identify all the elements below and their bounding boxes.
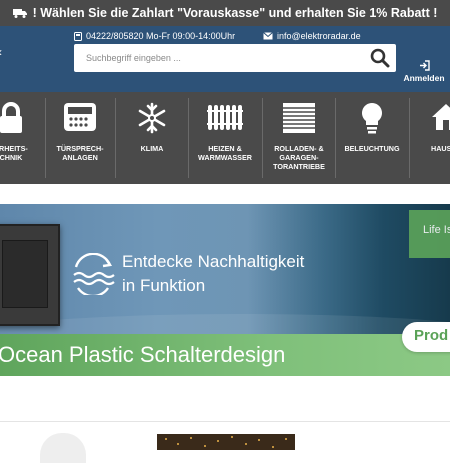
category-label-line2: CHNIK <box>0 153 23 162</box>
category-nav: ERHEITS-CHNIK TÜRSPRECH-ANLAGEN KLIMA <box>0 92 450 184</box>
category-label-line1: KLIMA <box>140 144 164 153</box>
chevron-left-icon[interactable]: ‹ <box>0 45 2 59</box>
category-climate[interactable]: KLIMA <box>117 92 187 184</box>
phone-text: 04222/805820 Mo-Fr 09:00-14:00Uhr <box>86 31 236 41</box>
content-divider <box>0 421 450 422</box>
category-divider <box>335 98 336 178</box>
house-icon <box>432 104 450 130</box>
shutter-icon <box>283 103 315 133</box>
category-label-line1: BELEUCHTUNG <box>344 144 400 153</box>
search-bar <box>74 44 396 72</box>
category-label-line1: HAUSH <box>431 144 450 153</box>
snowflake-icon <box>138 102 166 134</box>
bulb-icon <box>362 103 382 134</box>
banner-headline-line1: Entdecke Nachhaltigkeit <box>122 252 305 271</box>
banner-tagline-box: Life Is <box>409 210 450 258</box>
banner-tagline: Life Is <box>423 224 450 236</box>
intercom-icon <box>64 103 96 131</box>
category-divider <box>262 98 263 178</box>
category-divider <box>188 98 189 178</box>
email-contact[interactable]: info@elektroradar.de <box>263 31 361 41</box>
category-household[interactable]: HAUSH <box>411 92 450 184</box>
promo-text: ! Wählen Sie die Zahlart "Vorauskasse" u… <box>32 6 438 20</box>
category-heating[interactable]: HEIZEN & WARMWASSER <box>190 92 260 184</box>
login-label: Anmelden <box>403 73 445 83</box>
category-label-line2: WARMWASSER <box>198 153 252 162</box>
light-switch-image <box>0 224 60 326</box>
truck-icon <box>12 9 27 18</box>
lock-icon <box>0 102 22 133</box>
login-button[interactable]: Anmelden <box>398 60 450 83</box>
envelope-icon <box>263 32 273 40</box>
category-label-line1: TÜRSPRECH- <box>56 144 104 153</box>
radiator-icon <box>207 105 243 130</box>
phone-contact[interactable]: 04222/805820 Mo-Fr 09:00-14:00Uhr <box>74 31 235 41</box>
sustainability-icon <box>73 253 115 295</box>
email-text: info@elektroradar.de <box>277 31 361 41</box>
category-security[interactable]: ERHEITS-CHNIK <box>0 92 42 184</box>
category-label-line2: GARAGEN- <box>279 153 319 162</box>
product-thumbnail-lights[interactable] <box>157 434 295 450</box>
category-label-line1: ROLLADEN- & <box>274 144 324 153</box>
category-divider <box>409 98 410 178</box>
search-icon[interactable] <box>370 48 390 68</box>
banner-product-button-label: Prod <box>414 327 449 344</box>
category-lighting[interactable]: BELEUCHTUNG <box>337 92 407 184</box>
category-label-line1: ERHEITS- <box>0 144 28 153</box>
phone-icon <box>74 31 82 41</box>
category-intercom[interactable]: TÜRSPRECH- ANLAGEN <box>47 92 113 184</box>
banner-headline-line2: in Funktion <box>122 276 206 295</box>
sign-in-icon <box>419 60 430 71</box>
product-thumbnail[interactable] <box>40 433 86 463</box>
category-shutters[interactable]: ROLLADEN- & GARAGEN- TORANTRIEBE <box>264 92 334 184</box>
promo-bar: ! Wählen Sie die Zahlart "Vorauskasse" u… <box>0 0 450 26</box>
category-label-line3: TORANTRIEBE <box>273 162 325 171</box>
banner-green-strip: Ocean Plastic Schalterdesign <box>0 334 450 376</box>
banner-product-button[interactable]: Prod <box>402 322 450 352</box>
category-divider <box>45 98 46 178</box>
search-input[interactable] <box>84 44 368 72</box>
category-divider <box>115 98 116 178</box>
category-label-line1: HEIZEN & <box>208 144 242 153</box>
banner-product-title: Ocean Plastic Schalterdesign <box>0 342 286 367</box>
category-label-line2: ANLAGEN <box>62 153 98 162</box>
